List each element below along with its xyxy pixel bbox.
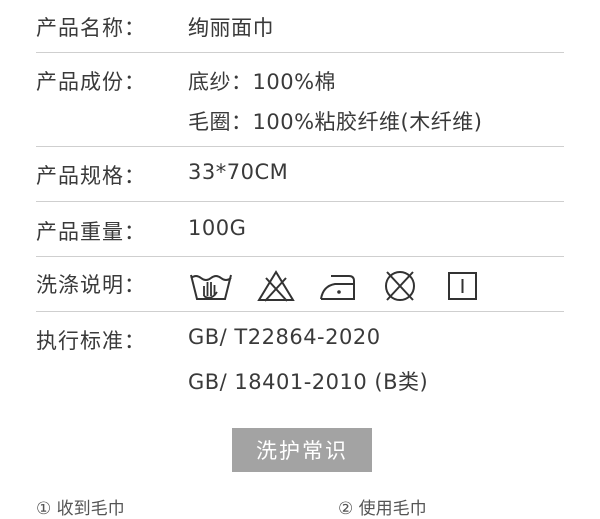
do-not-bleach-icon <box>257 270 295 302</box>
step-use-towel: ② 使用毛巾 <box>338 499 427 519</box>
divider <box>36 256 564 257</box>
care-tips-button[interactable]: 洗护常识 <box>232 428 372 472</box>
spec-value-composition-base: 底纱：100%棉 <box>188 70 337 94</box>
spec-label-standard: 执行标准： <box>36 329 146 353</box>
divider <box>36 311 564 312</box>
spec-value-size: 33*70CM <box>188 160 289 184</box>
divider <box>36 146 564 147</box>
spec-value-composition-loop: 毛圈：100%粘胶纤维(木纤维) <box>188 110 483 134</box>
spec-label-name: 产品名称： <box>36 16 146 40</box>
spec-label-composition: 产品成份： <box>36 70 146 94</box>
step-receive-towel: ① 收到毛巾 <box>36 499 125 519</box>
spec-value-name: 绚丽面巾 <box>188 16 274 40</box>
spec-value-standard-1: GB/ T22864-2020 <box>188 325 381 349</box>
spec-label-weight: 产品重量： <box>36 220 146 244</box>
hand-wash-icon <box>190 274 232 300</box>
line-dry-icon <box>448 272 477 300</box>
divider <box>36 52 564 53</box>
spec-label-care: 洗涤说明： <box>36 273 146 297</box>
spec-label-size: 产品规格： <box>36 164 146 188</box>
iron-low-icon <box>320 275 355 300</box>
spec-value-standard-2: GB/ 18401-2010 (B类) <box>188 370 429 394</box>
spec-value-weight: 100G <box>188 216 247 240</box>
divider <box>36 201 564 202</box>
do-not-tumble-dry-icon <box>385 271 415 301</box>
